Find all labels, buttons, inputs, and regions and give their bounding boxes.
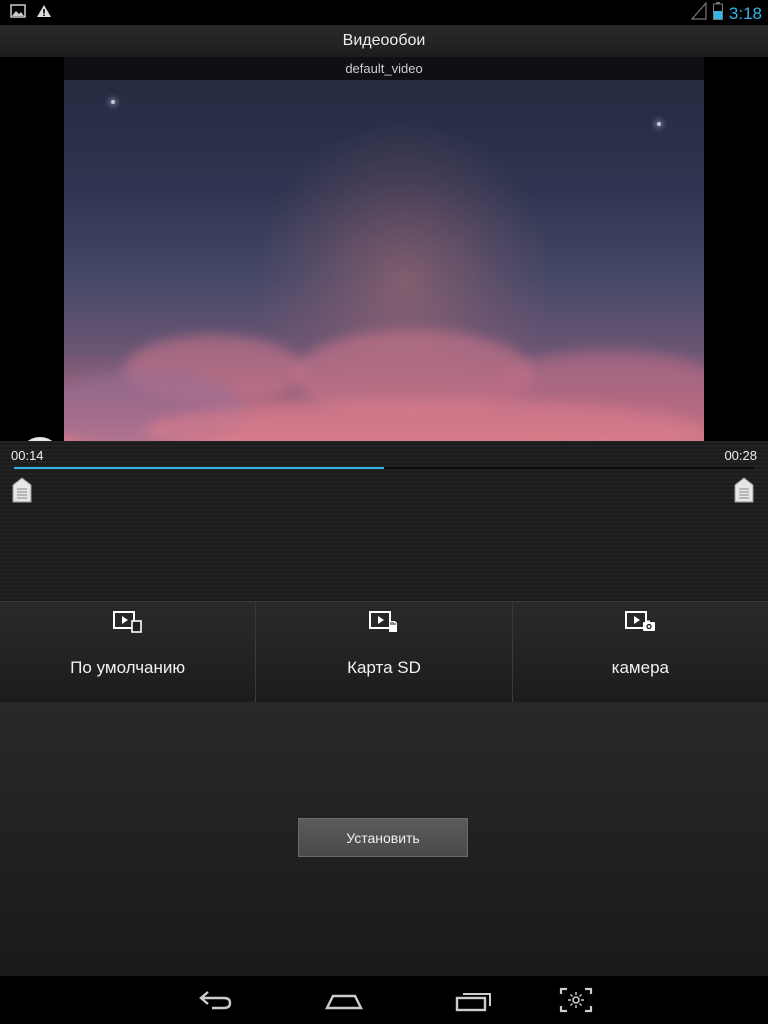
status-bar: 3:18 — [0, 0, 768, 25]
seek-bar[interactable] — [14, 467, 754, 469]
total-time: 00:28 — [724, 448, 757, 463]
video-star — [111, 100, 115, 104]
sd-card-video-icon — [368, 610, 400, 634]
source-default-button[interactable]: По умолчанию — [0, 602, 257, 702]
title-bar: Видеообои — [0, 25, 768, 58]
navigation-bar — [0, 976, 768, 1024]
screenshot-icon[interactable] — [558, 986, 594, 1019]
source-default-label: По умолчанию — [70, 658, 186, 677]
source-sd-card-button[interactable]: Карта SD — [256, 602, 513, 702]
seek-bar-progress — [14, 467, 384, 469]
default-video-icon — [112, 610, 144, 634]
home-icon[interactable] — [325, 986, 363, 1019]
video-file-name: default_video — [64, 57, 704, 80]
source-selector: По умолчанию Карта SD камера — [0, 601, 768, 703]
camera-video-icon — [624, 610, 656, 634]
signal-icon — [690, 1, 707, 25]
warning-icon — [36, 4, 52, 23]
image-notification-icon — [10, 4, 26, 23]
source-camera-label: камера — [611, 658, 669, 677]
clock: 3:18 — [728, 3, 762, 23]
recent-apps-icon[interactable] — [455, 986, 493, 1019]
video-star — [657, 122, 661, 126]
timeline: 00:14 00:28 — [0, 441, 768, 601]
trim-start-handle[interactable] — [12, 477, 32, 503]
video-frame[interactable] — [64, 80, 704, 441]
source-camera-button[interactable]: камера — [512, 602, 768, 702]
video-preview[interactable]: default_video — [0, 57, 768, 479]
set-wallpaper-button[interactable]: Установить — [298, 818, 468, 857]
trim-end-handle[interactable] — [734, 477, 754, 503]
action-panel: Установить — [0, 702, 768, 976]
back-icon[interactable] — [198, 986, 234, 1019]
source-sd-card-label: Карта SD — [347, 658, 421, 677]
battery-icon — [712, 2, 723, 25]
page-title: Видеообои — [342, 32, 426, 49]
current-time: 00:14 — [11, 448, 44, 463]
